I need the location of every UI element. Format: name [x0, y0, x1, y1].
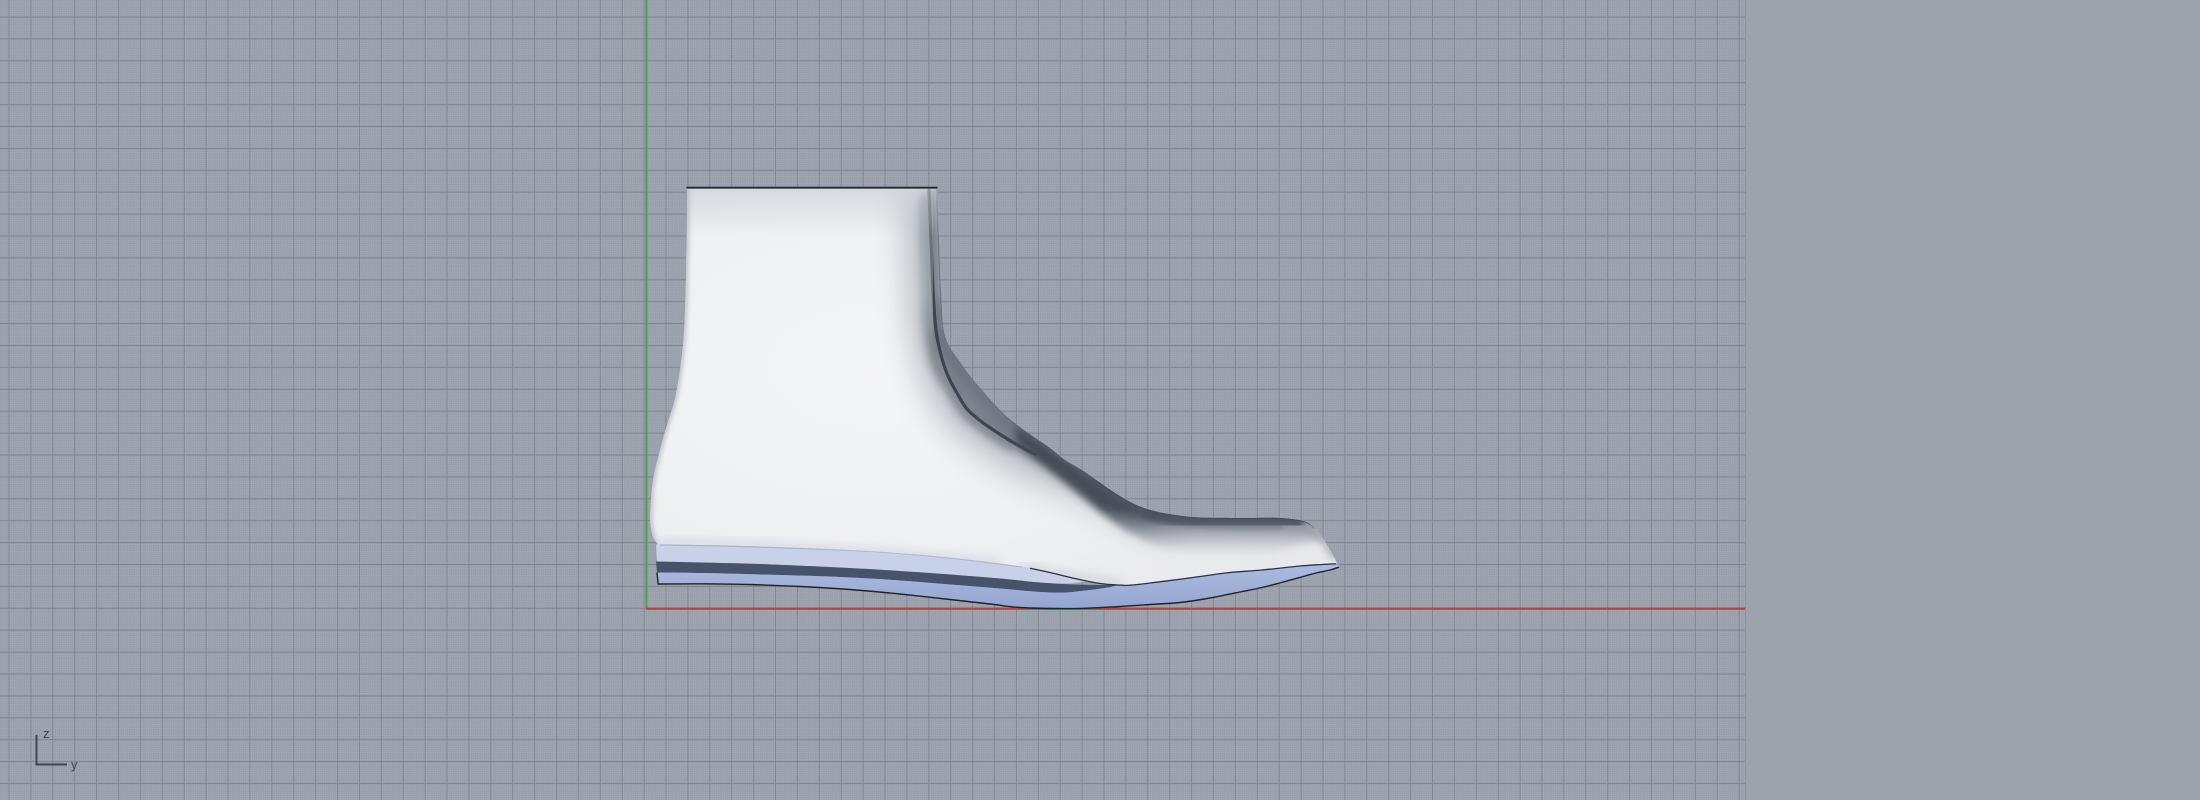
- svg-text:z: z: [43, 726, 50, 741]
- svg-text:y: y: [71, 757, 78, 772]
